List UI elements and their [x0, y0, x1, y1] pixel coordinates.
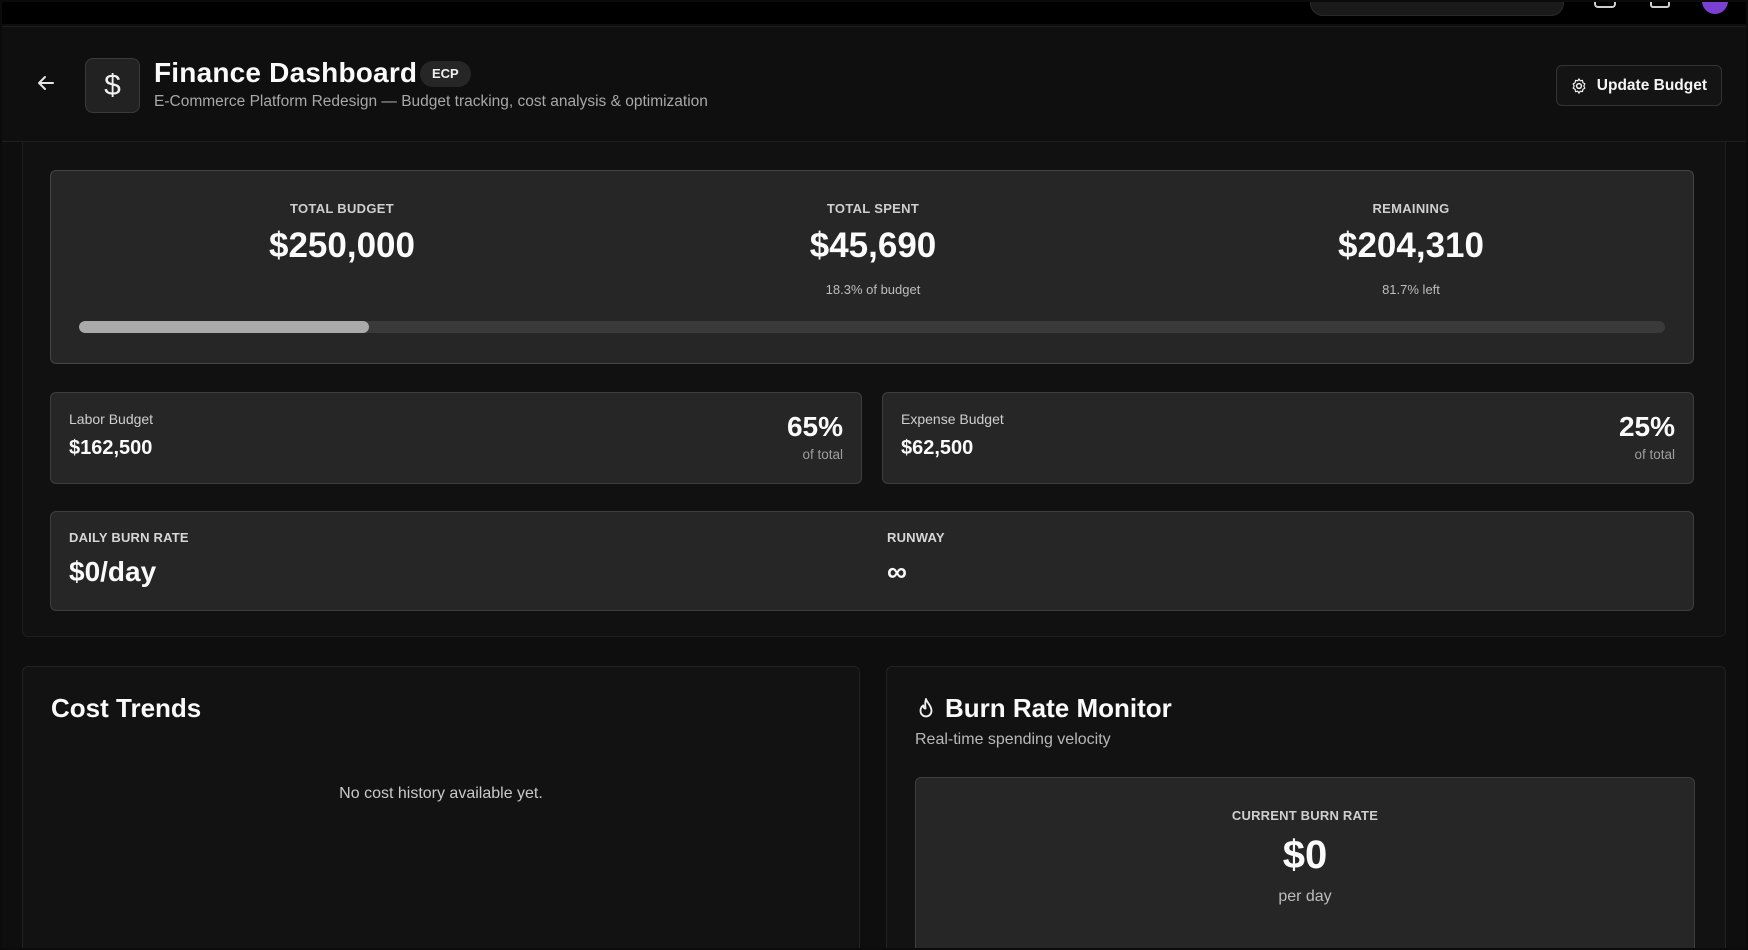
runway-value: ∞ [887, 556, 907, 587]
expense-budget-percent: 25% [1618, 411, 1675, 442]
current-burn-sub: per day [1278, 888, 1332, 905]
total-budget-stat: TOTAL BUDGET $250,000 [162, 201, 522, 266]
total-budget-label: TOTAL BUDGET [290, 201, 394, 216]
remaining-stat: REMAINING $204,310 81.7% left [1231, 201, 1591, 297]
cost-trends-title: Cost Trends [51, 693, 202, 723]
inbox-icon[interactable] [1650, 2, 1670, 8]
budget-progress-bar [79, 321, 1665, 333]
labor-budget-card: Labor Budget $162,500 65% of total [50, 392, 862, 484]
dollar-icon: $ [85, 58, 140, 113]
total-spent-value: $45,690 [809, 226, 937, 265]
daily-burn-value: $0/day [69, 556, 157, 587]
total-spent-label: TOTAL SPENT [826, 201, 920, 216]
current-burn-value: $0 [1282, 833, 1328, 877]
expense-budget-card: Expense Budget $62,500 25% of total [882, 392, 1694, 484]
remaining-value: $204,310 [1338, 226, 1484, 265]
labor-budget-label: Labor Budget [69, 411, 154, 427]
burn-monitor-subtitle: Real-time spending velocity [915, 731, 1111, 748]
page-subtitle: E-Commerce Platform Redesign — Budget tr… [154, 93, 708, 110]
expense-budget-value: $62,500 [901, 437, 974, 459]
labor-budget-percent: 65% [786, 411, 843, 442]
gear-icon [1572, 78, 1586, 94]
back-button[interactable] [34, 73, 58, 97]
page-header: $ Finance Dashboard ECP E-Commerce Platf… [2, 26, 1746, 142]
budget-overview-card: TOTAL BUDGET $250,000 TOTAL SPENT $45,69… [50, 170, 1694, 364]
current-burn-card: CURRENT BURN RATE $0 per day [915, 777, 1695, 948]
app-frame: $ Finance Dashboard ECP E-Commerce Platf… [2, 2, 1746, 948]
remaining-sub: 81.7% left [1382, 282, 1440, 297]
arrow-left-icon [38, 76, 54, 90]
total-spent-stat: TOTAL SPENT $45,690 18.3% of budget [693, 201, 1053, 297]
daily-burn-label: DAILY BURN RATE [69, 530, 189, 545]
burn-rate-card: DAILY BURN RATE $0/day RUNWAY ∞ [50, 511, 1694, 611]
budget-progress-fill [79, 321, 370, 333]
update-budget-label: Update Budget [1596, 77, 1707, 94]
project-badge: ECP [420, 61, 471, 87]
cost-trends-card: Cost Trends No cost history available ye… [22, 666, 860, 948]
current-burn-label: CURRENT BURN RATE [1231, 808, 1379, 823]
total-budget-value: $250,000 [269, 226, 415, 265]
update-budget-button[interactable]: Update Budget [1555, 65, 1722, 106]
remaining-label: REMAINING [1372, 201, 1450, 216]
expense-budget-label: Expense Budget [901, 411, 1004, 427]
burn-monitor-title: Burn Rate Monitor [945, 693, 1172, 723]
page-title: Finance Dashboard [154, 57, 418, 88]
burn-rate-monitor-card: Burn Rate Monitor Real-time spending vel… [886, 666, 1726, 948]
top-bar [2, 2, 1746, 24]
total-spent-sub: 18.3% of budget [825, 282, 921, 297]
labor-budget-value: $162,500 [69, 437, 153, 459]
runway-label: RUNWAY [887, 530, 945, 545]
avatar[interactable] [1702, 2, 1728, 14]
expense-budget-percent-sub: of total [1634, 447, 1675, 462]
flame-icon [919, 698, 933, 718]
cost-trends-empty-message: No cost history available yet. [339, 785, 543, 802]
labor-budget-percent-sub: of total [802, 447, 843, 462]
search-pill[interactable] [1310, 2, 1564, 16]
cart-icon[interactable] [1594, 2, 1616, 8]
